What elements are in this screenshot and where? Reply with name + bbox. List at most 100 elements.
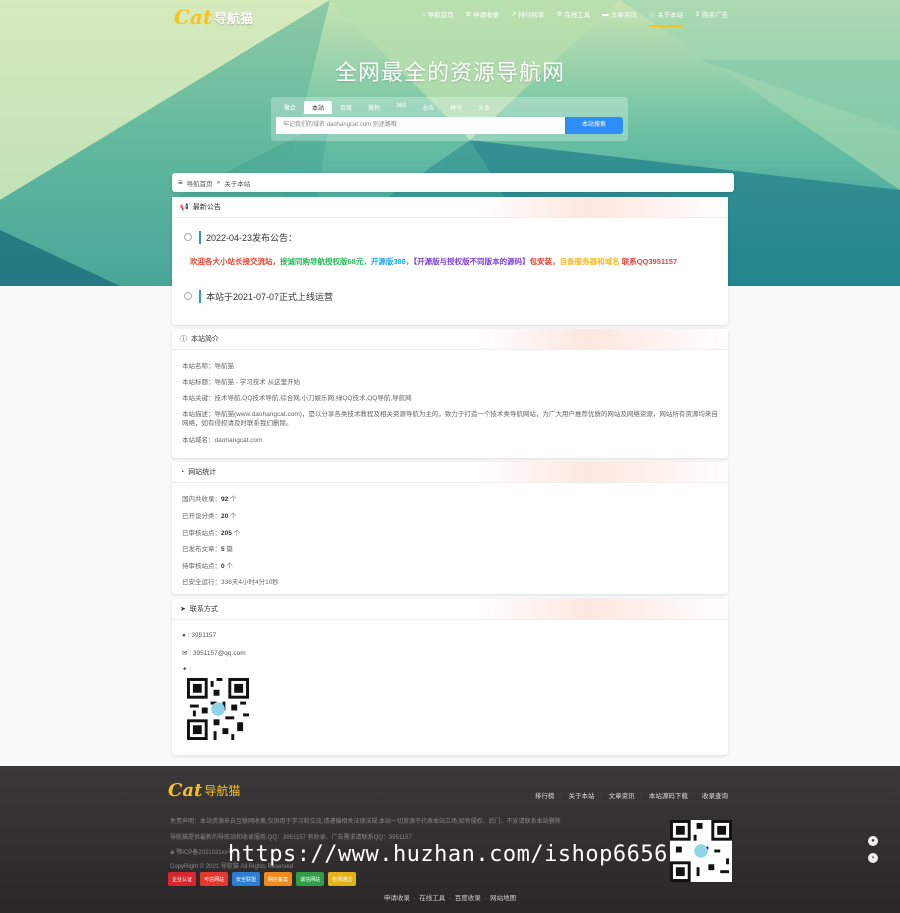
logo-text: 导航猫	[214, 10, 254, 26]
stat-unit: 个	[228, 513, 237, 520]
mail-icon: ✉	[182, 650, 188, 657]
cart-icon: ⊻	[695, 11, 700, 18]
footer-bottom-link[interactable]: 网站地图	[490, 895, 516, 902]
contact-header: ➤ 联系方式	[172, 599, 728, 620]
marquee-segment: 开源版388，	[370, 257, 414, 266]
marquee-segment: 欢迎各大小站长接交流站，	[190, 257, 280, 266]
stat-row: 待审核站点：0 个	[182, 560, 233, 570]
about-header: ⓘ 本站简介	[172, 329, 728, 350]
search-input[interactable]: 牢记我们的域名 daohangcat.com 别迷路哦	[276, 117, 565, 134]
wechat-icon: ✦ :	[182, 666, 192, 673]
trust-badge[interactable]: 网信备案	[264, 872, 293, 886]
footer-info: 导航猫提供最新的导航站和收录服务,QQ：3951157 有收录、广告需求请联系Q…	[170, 835, 412, 841]
search-tab[interactable]: 头条	[470, 101, 498, 114]
info-icon: ⓘ	[648, 12, 656, 19]
trust-badge[interactable]: 检测通过	[328, 872, 357, 886]
search-tab[interactable]: 360	[388, 101, 414, 114]
tools-icon: ⚙	[556, 11, 563, 18]
hero-title: 全网最全的资源导航网	[334, 60, 565, 85]
stat-value: 205	[221, 530, 232, 537]
search-button[interactable]: 本站搜索	[565, 117, 623, 134]
nav-item-submit[interactable]: ⊞ 申请收录	[466, 9, 499, 19]
main-menu: ⌂ 导航首页 ⊞ 申请收录 ↗ 排行榜单 ⚙ 在线工具 ▬ 文章资讯 ⓘ 关于本站 ⊻ 购买广…	[421, 9, 728, 27]
logo-mark-icon: Cat	[174, 5, 213, 29]
nav-item-home[interactable]: ⌂ 导航首页	[421, 9, 454, 20]
about-card: ⓘ 本站简介 本站名称：导航猫 本站标题：导航猫 - 学习技术 从这里开始 本站…	[172, 329, 728, 458]
add-site-icon: ⊞	[465, 11, 471, 18]
trust-badge[interactable]: 诚信网站	[296, 872, 325, 886]
nav-item-ranking[interactable]: ↗ 排行榜单	[511, 9, 544, 19]
trust-badge[interactable]: 可信网站	[200, 872, 229, 886]
footer-links: 排行榜 · 关于本站 · 文章资讯 · 本站源码下载 · 收录查询	[535, 790, 728, 800]
about-line: 本站关键：技术导航,QQ技术导航,综合网,小刀娱乐网,绿QQ技术,QQ导航,导航…	[182, 395, 412, 402]
top-nav: Cat 导航猫 ⌂ 导航首页 ⊞ 申请收录 ↗ 排行榜单 ⚙ 在线工具 ▬ 文章资讯 ⓘ 关…	[0, 0, 900, 30]
footer-link[interactable]: 文章资讯	[609, 790, 635, 800]
contact-qq: ● : 3951157	[182, 632, 217, 639]
email-address[interactable]: 3951157@qq.com	[193, 650, 246, 657]
nav-item-ads[interactable]: ⊻ 购买广告	[695, 9, 728, 19]
stats-card: ◔ 网站统计 国内共收录：92 个 已开设分类：20 个 已审核站点：205 个…	[172, 462, 728, 594]
qq-float-icon[interactable]: ●	[868, 836, 878, 846]
timeline-dot	[184, 292, 192, 300]
contact-email: ✉ : 3951157@qq.com	[182, 650, 246, 657]
footer-link[interactable]: 收录查询	[702, 790, 728, 800]
folder-icon: ▬	[602, 10, 609, 18]
stat-row: 国内共收录：92 个	[182, 493, 237, 503]
stat-label: 已审核站点：	[182, 530, 221, 537]
search-tab[interactable]: 百度	[332, 101, 360, 114]
marquee-segment: 自备服务器和域名	[559, 257, 622, 266]
icp-number[interactable]: 鄂ICP备2021021xx号	[176, 850, 233, 856]
stat-row: 已开设分类：20 个	[182, 510, 237, 520]
stat-label: 已发布文章：	[182, 546, 221, 553]
breadcrumb: ≡ 导航首页 » 关于本站	[172, 173, 734, 192]
wechat-qr-code	[187, 678, 249, 740]
footer-link[interactable]: 关于本站	[568, 790, 594, 800]
footer-bottom-link[interactable]: 在线工具	[419, 895, 445, 902]
stat-row: 已发布文章：5 篇	[182, 543, 233, 553]
notice-card: 📢 最新公告 2022-04-23发布公告： 欢迎各大小站长接交流站，接诚同购导…	[172, 197, 728, 325]
breadcrumb-current: 关于本站	[224, 180, 251, 188]
nav-item-articles[interactable]: ▬ 文章资讯	[602, 9, 637, 20]
contact-title: 联系方式	[189, 606, 218, 613]
home-icon: ⌂	[421, 10, 426, 18]
footer-bottom-link[interactable]: 申请收录	[384, 895, 410, 902]
footer-link[interactable]: 本站源码下载	[649, 790, 688, 800]
nav-label: 导航首页	[427, 12, 454, 19]
trust-badges: 企业认证 可信网站 安全联盟 网信备案 诚信网站 检测通过	[168, 872, 357, 886]
stats-title: 网站统计	[188, 469, 217, 476]
marquee-segment: 包安装，	[529, 257, 560, 266]
stat-unit: 个	[228, 496, 237, 503]
search-tab[interactable]: 必应	[414, 101, 442, 114]
search-tab[interactable]: 聚合	[276, 101, 304, 114]
footer-logo-text: 导航猫	[204, 784, 241, 798]
nav-item-about[interactable]: ⓘ 关于本站	[648, 9, 684, 27]
footer-bottom-link[interactable]: 百度收录	[455, 895, 481, 902]
search-tab-active[interactable]: 本站	[304, 101, 333, 114]
notice-item-2: 本站于2021-07-07正式上线运营	[199, 290, 333, 303]
footer-link[interactable]: 排行榜	[535, 790, 555, 800]
qq-icon: ●	[182, 632, 186, 639]
send-icon: ➤	[180, 606, 186, 613]
notice-item-1: 2022-04-23发布公告：	[199, 231, 297, 244]
stat-unit: 个	[231, 530, 241, 537]
nav-item-tools[interactable]: ⚙ 在线工具	[556, 9, 590, 19]
footer-icp: ◈ 鄂ICP备2021021xx号	[170, 847, 234, 856]
footer-logo[interactable]: Cat 导航猫	[168, 780, 240, 801]
pie-chart-icon: ◔	[180, 468, 185, 476]
site-footer: Cat 导航猫 排行榜 · 关于本站 · 文章资讯 · 本站源码下载 · 收录查询 免责…	[0, 766, 900, 913]
trust-badge[interactable]: 安全联盟	[232, 872, 261, 886]
nav-label: 关于本站	[657, 12, 684, 19]
qq-number[interactable]: 3951157	[191, 632, 216, 639]
stat-label: 已安全运行：	[182, 579, 221, 586]
notice-title: 最新公告	[192, 204, 221, 211]
watermark-url: https://www.huzhan.com/ishop6656	[228, 842, 668, 867]
wechat-float-icon[interactable]: ▪	[868, 853, 878, 863]
site-logo[interactable]: Cat 导航猫	[174, 5, 254, 29]
footer-sep: ·	[600, 790, 603, 797]
search-tab[interactable]: 搜狗	[360, 101, 388, 114]
trust-badge[interactable]: 企业认证	[168, 872, 197, 886]
footer-bottom-links: 申请收录 · 在线工具 · 百度收录 · 网站地图	[383, 895, 517, 902]
about-line: 本站域名：daohangcat.com	[182, 437, 263, 444]
breadcrumb-home[interactable]: 导航首页	[187, 178, 213, 188]
search-tab[interactable]: 神马	[442, 101, 470, 114]
